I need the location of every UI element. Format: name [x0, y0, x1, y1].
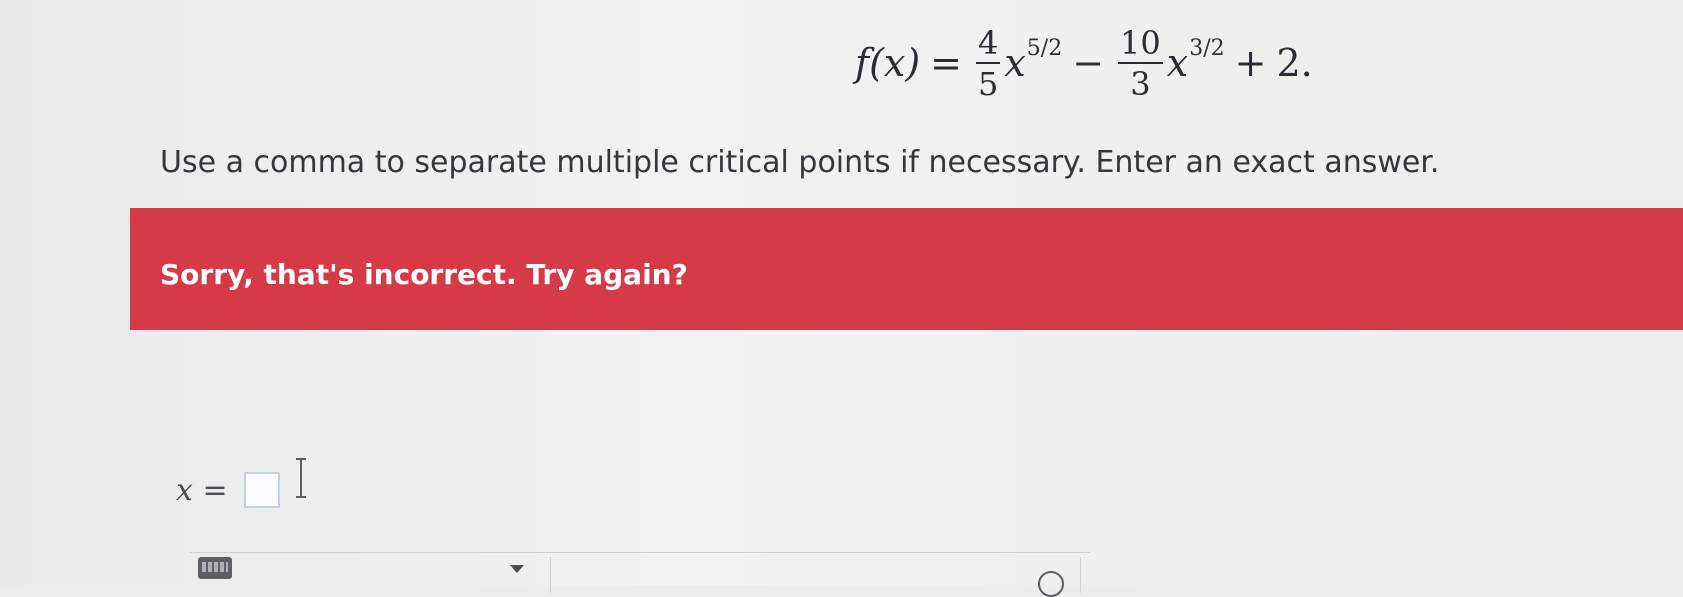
- answer-variable: x: [176, 472, 193, 508]
- equals-sign: =: [930, 41, 962, 85]
- term-1-exponent: 5/2: [1026, 35, 1063, 61]
- function-equation: f(x) = 4 5 x 5/2 − 10 3 x 3/2 + 2.: [855, 18, 1313, 108]
- fraction-1-numerator: 4: [978, 23, 999, 62]
- constant-term: 2.: [1276, 41, 1313, 85]
- instructions-text: Use a comma to separate multiple critica…: [160, 145, 1440, 180]
- question-page: f(x) = 4 5 x 5/2 − 10 3 x 3/2 + 2. Use a…: [0, 0, 1683, 597]
- answer-label: x =: [176, 473, 228, 508]
- text-cursor-icon: [296, 458, 308, 498]
- term-2-variable: x: [1166, 41, 1189, 85]
- error-banner: Sorry, that's incorrect. Try again?: [130, 208, 1683, 330]
- answer-input[interactable]: [243, 472, 280, 508]
- keyboard-icon[interactable]: [198, 557, 232, 579]
- fraction-2-denominator: 3: [1130, 64, 1151, 103]
- term-1-variable: x: [1004, 41, 1026, 85]
- toolbar-divider: [550, 557, 551, 593]
- fraction-1-denominator: 5: [978, 64, 999, 103]
- fraction-1: 4 5: [976, 23, 1001, 103]
- fraction-2: 10 3: [1118, 27, 1163, 100]
- term-2-exponent: 3/2: [1189, 35, 1225, 61]
- answer-equals: =: [202, 472, 228, 508]
- help-icon[interactable]: [1038, 571, 1064, 597]
- math-toolbar: [190, 552, 1090, 597]
- error-message: Sorry, that's incorrect. Try again?: [160, 258, 688, 291]
- answer-row: x =: [176, 470, 280, 510]
- function-lhs: f(x): [855, 41, 921, 85]
- minus-sign: −: [1072, 41, 1105, 85]
- toolbar-divider-right: [1080, 557, 1081, 593]
- fraction-2-numerator: 10: [1120, 23, 1161, 62]
- chevron-down-icon[interactable]: [510, 565, 524, 573]
- plus-sign: +: [1234, 41, 1267, 85]
